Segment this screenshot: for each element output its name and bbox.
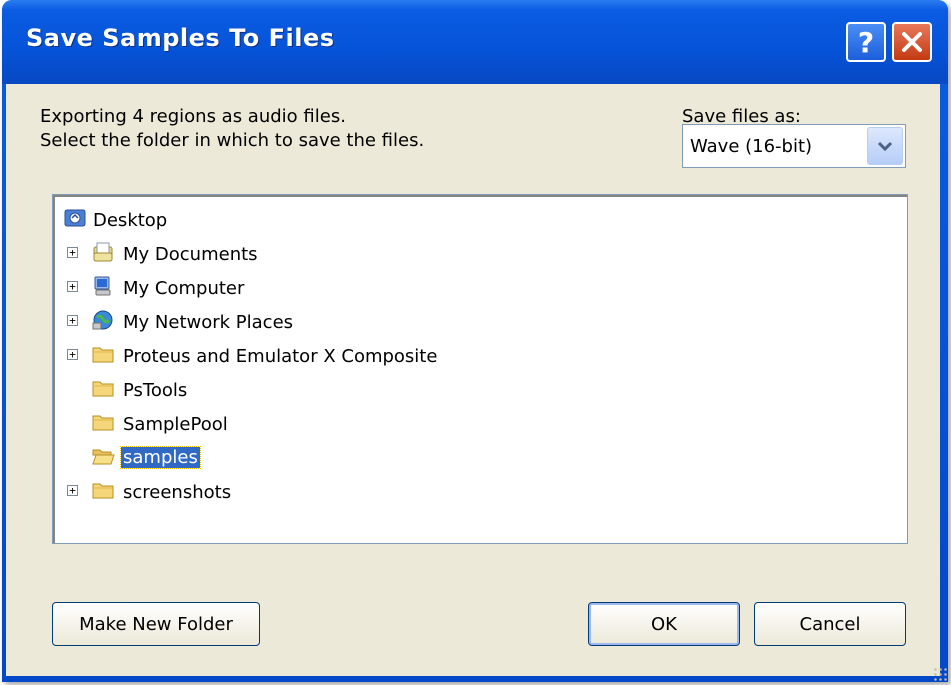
folder-tree[interactable]: Desktop + My Documents + My Computer + M… bbox=[52, 194, 908, 544]
title-bar[interactable]: Save Samples To Files ? bbox=[2, 0, 948, 84]
network-places-icon bbox=[92, 310, 113, 330]
expand-toggle[interactable]: + bbox=[67, 281, 78, 292]
dialog-title: Save Samples To Files bbox=[26, 24, 335, 52]
folder-icon bbox=[92, 381, 114, 397]
folder-open-icon bbox=[92, 449, 115, 465]
tree-item-label: screenshots bbox=[123, 482, 232, 503]
tree-item-label: Desktop bbox=[93, 210, 168, 231]
save-format-value: Wave (16-bit) bbox=[690, 136, 813, 157]
cancel-button[interactable]: Cancel bbox=[754, 602, 906, 646]
folder-icon bbox=[92, 415, 114, 431]
expand-toggle[interactable]: + bbox=[67, 485, 78, 496]
tree-item-label: My Network Places bbox=[123, 312, 294, 333]
export-message-line1: Exporting 4 regions as audio files. bbox=[40, 106, 346, 127]
folder-icon bbox=[92, 483, 114, 499]
my-documents-icon bbox=[93, 242, 113, 262]
expand-toggle[interactable]: + bbox=[67, 315, 78, 326]
desktop-icon bbox=[64, 209, 86, 227]
expand-toggle[interactable]: + bbox=[67, 349, 78, 360]
expand-toggle[interactable]: + bbox=[67, 247, 78, 258]
tree-item-label: Proteus and Emulator X Composite bbox=[123, 346, 438, 367]
tree-item-label: samples bbox=[120, 446, 201, 469]
chevron-down-icon[interactable] bbox=[867, 127, 903, 165]
save-format-select[interactable]: Wave (16-bit) bbox=[682, 124, 906, 168]
my-computer-icon bbox=[94, 276, 111, 296]
ok-button[interactable]: OK bbox=[588, 602, 740, 646]
tree-item-label: SamplePool bbox=[123, 414, 228, 435]
close-icon bbox=[902, 32, 922, 52]
export-message-line2: Select the folder in which to save the f… bbox=[40, 130, 425, 151]
folder-icon bbox=[92, 347, 114, 363]
make-new-folder-button[interactable]: Make New Folder bbox=[52, 602, 260, 646]
close-button[interactable] bbox=[892, 22, 932, 62]
tree-item-label: My Documents bbox=[123, 244, 258, 265]
tree-item-label: My Computer bbox=[123, 278, 245, 299]
tree-item-label: PsTools bbox=[123, 380, 188, 401]
help-button[interactable]: ? bbox=[846, 22, 886, 62]
resize-grip[interactable] bbox=[933, 667, 947, 681]
